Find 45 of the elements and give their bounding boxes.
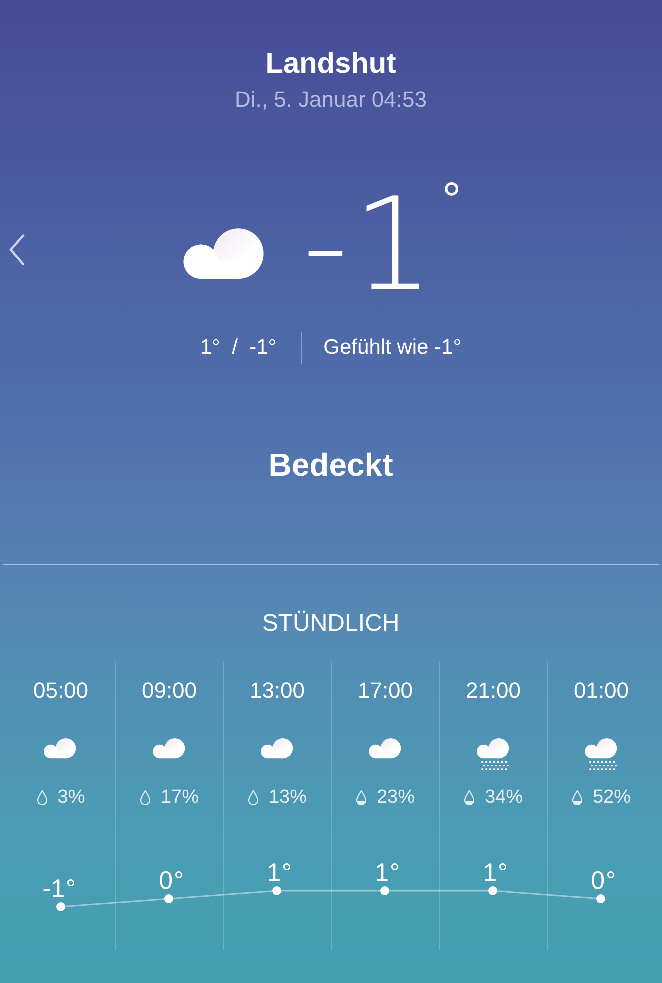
section-title: STÜNDLICH	[262, 609, 400, 639]
back-icon[interactable]	[8, 233, 26, 267]
temperature-label: 1	[375, 859, 389, 887]
degree-sign: °	[282, 859, 292, 887]
weather-condition: Bedeckt	[268, 446, 394, 485]
precipitation-chance: 3%	[58, 787, 86, 809]
cloud-icon	[152, 737, 188, 759]
cloud-icon	[368, 737, 404, 759]
temperature-point	[380, 886, 390, 896]
temperature-label: 1	[483, 859, 497, 887]
hour-time: 17:00	[358, 677, 414, 705]
cloud-icon	[260, 737, 296, 759]
degree-sign: °	[174, 867, 184, 895]
city-name: Landshut	[266, 47, 396, 82]
precipitation-chance: 52%	[592, 787, 632, 809]
temperature-point	[596, 894, 606, 904]
degree-unit: °	[442, 173, 462, 229]
high-low-temperature: 1° / -1°	[200, 336, 277, 360]
precipitation-chance: 23%	[376, 787, 416, 809]
hour-time: 21:00	[466, 677, 522, 705]
temperature-label: -1	[42, 875, 65, 903]
snow-cloud-icon	[584, 737, 620, 772]
temperature-label: 0	[591, 867, 605, 895]
hour-time: 13:00	[250, 677, 306, 705]
hour-time: 05:00	[33, 677, 89, 705]
precipitation-chance: 17%	[160, 787, 200, 809]
hour-time: 01:00	[574, 677, 630, 705]
temperature-label: 1	[267, 859, 281, 887]
degree-sign: °	[66, 875, 76, 903]
temperature-point	[272, 886, 282, 896]
precipitation-chance: 13%	[268, 787, 308, 809]
degree-sign: °	[498, 859, 508, 887]
date-time: Di., 5. Januar 04:53	[234, 86, 427, 114]
degree-sign: °	[390, 859, 400, 887]
temperature-label: 0	[159, 867, 173, 895]
cloud-icon	[43, 737, 79, 759]
temperature-point	[56, 902, 66, 912]
current-temperature: -1	[302, 171, 438, 321]
feels-like: Gefühlt wie -1°	[324, 336, 462, 360]
precipitation-chance: 34%	[484, 787, 524, 809]
degree-sign: °	[606, 867, 616, 895]
snow-cloud-icon	[476, 737, 512, 772]
hour-time: 09:00	[142, 677, 198, 705]
temperature-point	[164, 894, 174, 904]
temperature-point	[488, 886, 498, 896]
